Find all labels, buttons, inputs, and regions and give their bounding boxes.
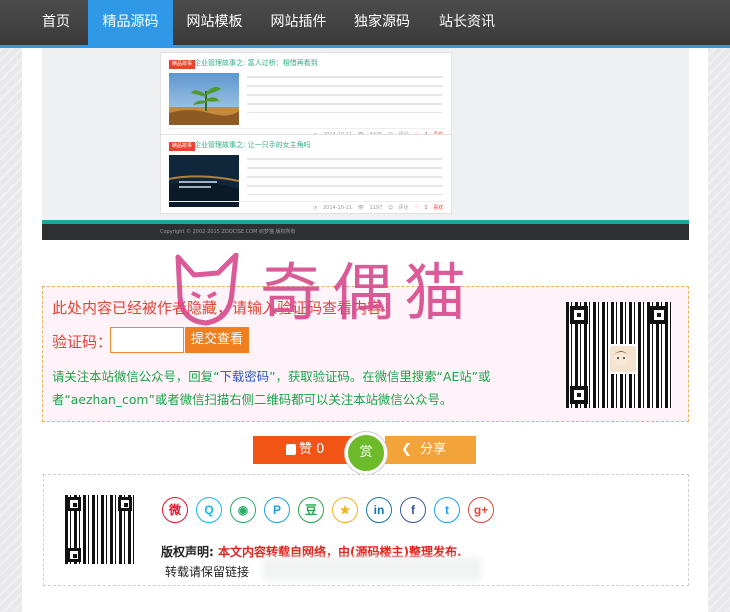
nav-item-news[interactable]: 站长资讯	[423, 0, 511, 45]
qr-finder	[650, 306, 668, 324]
cat-logo-icon	[175, 253, 239, 326]
instructions-keyword: 下载密码	[219, 369, 270, 384]
preview-card: 精品故事 企业管理故事之: 让一只手的女主角吗 ◷ 2014-10-11 👁 1…	[160, 134, 452, 214]
qr-finder	[570, 306, 588, 324]
nav-item-exclusive[interactable]: 独家源码	[341, 0, 423, 45]
preview-footer-bar: Copyright © 2002-2015 ZOOCISE.COM 织梦猫 版权…	[42, 220, 689, 240]
share-label: 分享	[420, 442, 447, 457]
preview-card-title: 企业管理故事之: 让一只手的女主角吗	[194, 141, 311, 149]
preview-card-divider	[169, 201, 445, 202]
qzone-icon[interactable]: ★	[332, 497, 358, 523]
captcha-input[interactable]	[110, 327, 184, 353]
qq-icon[interactable]: Q	[196, 497, 222, 523]
twitter-icon[interactable]: t	[434, 497, 460, 523]
submit-view-button[interactable]: 提交查看	[185, 327, 249, 353]
preview-card-title: 企业管理故事之: 富人过桥：相惜再看到	[194, 59, 318, 67]
reward-button[interactable]: 赏	[345, 432, 387, 474]
preview-card-excerpt	[247, 155, 443, 195]
douban-icon[interactable]: 豆	[298, 497, 324, 523]
nav-item-home[interactable]: 首页	[24, 0, 88, 45]
qr-finder	[67, 497, 81, 511]
wechat-qr-code	[566, 302, 672, 408]
site-qr-code	[65, 495, 134, 564]
preview-card-likes: ♡ 1 喜欢	[414, 205, 444, 211]
watermark-text: 奇偶猫	[260, 256, 477, 329]
thumbs-up-icon	[286, 444, 296, 455]
nav-item-plugins[interactable]: 网站插件	[256, 0, 341, 45]
captcha-label: 验证码：	[52, 333, 113, 351]
instructions-text: 请关注本站微信公众号，回复“	[52, 369, 220, 384]
qr-finder	[67, 548, 81, 562]
weibo-icon[interactable]: 微	[162, 497, 188, 523]
like-label: 赞 0	[299, 442, 325, 457]
wechat-icon[interactable]: ◉	[230, 497, 256, 523]
preview-card-stats: ◷ 2014-10-11 👁 1197 ☺ 评论	[313, 205, 409, 211]
blurred-link	[262, 557, 482, 581]
preview-card-meta: ◷ 2014-10-11 👁 1197 ☺ 评论 ♡ 1 喜欢	[313, 204, 443, 211]
share-arrow-icon: ❮	[401, 442, 412, 457]
copyright-label: 版权声明:	[161, 545, 214, 559]
preview-footer-copyright: Copyright © 2002-2015 ZOOCISE.COM 织梦猫 版权…	[160, 229, 296, 235]
nav-item-premium-source[interactable]: 精品源码	[88, 0, 173, 45]
preview-card: 精品故事 企业管理故事之: 富人过桥：相惜再看到 ◷ 2014-10-11 👁 …	[160, 52, 452, 140]
share-panel: 微 Q ◉ P 豆 ★ in f t g+ 版权声明: 本文内容转载自网络，由(源码楼主)整理发布…	[43, 474, 689, 586]
linkedin-icon[interactable]: in	[366, 497, 392, 523]
article-preview-image: 精品故事 企业管理故事之: 富人过桥：相惜再看到 ◷ 2014-10-11 👁 …	[42, 48, 689, 240]
nav-item-templates[interactable]: 网站模板	[173, 0, 256, 45]
preview-card-excerpt	[247, 73, 443, 113]
preview-card-tag: 精品故事	[169, 60, 196, 69]
share-button[interactable]: ❮ 分享	[385, 436, 476, 464]
preview-card-tag: 精品故事	[169, 142, 196, 151]
wechat-instructions: 请关注本站微信公众号，回复“下载密码”，获取验证码。在微信里搜索“AE站”或者“…	[52, 365, 557, 411]
qr-finder	[118, 497, 132, 511]
qr-avatar	[608, 344, 638, 374]
googleplus-icon[interactable]: g+	[468, 497, 494, 523]
preview-card-image	[168, 155, 240, 207]
preview-card-divider	[169, 128, 445, 129]
qr-finder	[570, 386, 588, 404]
top-nav: 首页 精品源码 网站模板 网站插件 独家源码 站长资讯	[0, 0, 730, 48]
preview-card-image	[169, 73, 239, 125]
facebook-icon[interactable]: f	[400, 497, 426, 523]
like-button[interactable]: 赞 0	[253, 436, 356, 464]
reprint-notice: 转载请保留链接	[165, 565, 250, 579]
pinterest-icon[interactable]: P	[264, 497, 290, 523]
